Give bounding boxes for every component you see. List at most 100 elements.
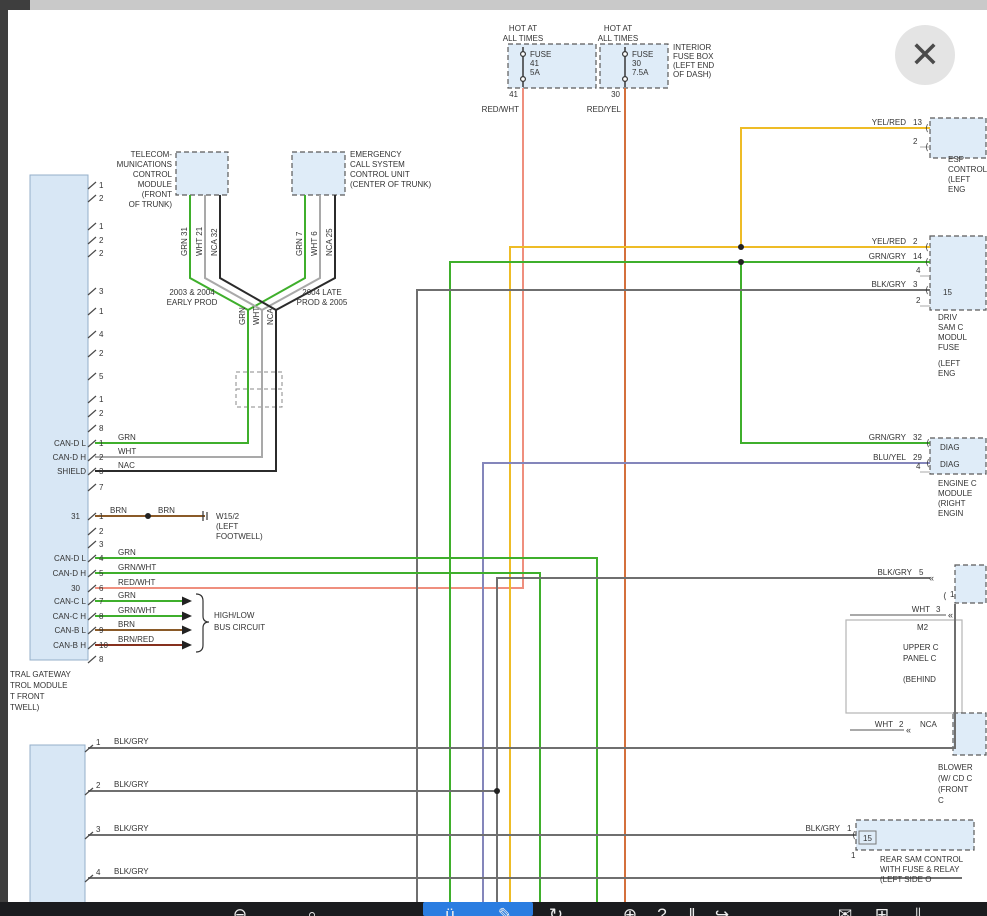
pin-tick bbox=[88, 440, 96, 447]
diagram-label: 7.5A bbox=[632, 68, 649, 77]
diagram-label: WHT bbox=[912, 605, 930, 614]
diagram-label: BLK/GRY bbox=[114, 824, 149, 833]
pin-number: 1 bbox=[96, 738, 101, 747]
diagram-label: « bbox=[929, 573, 934, 583]
diagram-label: 3 bbox=[936, 605, 941, 614]
diagram-label: W15/2 bbox=[216, 512, 240, 521]
diagram-label: DIAG bbox=[940, 460, 960, 469]
pin-tick bbox=[88, 396, 96, 403]
pin-number: 2 bbox=[99, 236, 104, 245]
diagram-label: BLU/YEL bbox=[873, 453, 906, 462]
pin-tick bbox=[88, 425, 96, 432]
diagram-label: 2004 LATE bbox=[302, 288, 341, 297]
fuse-symbol bbox=[521, 77, 526, 82]
diagram-label: MUNICATIONS bbox=[117, 160, 172, 169]
diagram-label: ⟨ bbox=[925, 285, 929, 295]
diagram-label: C bbox=[938, 796, 944, 805]
diagram-label: BRN bbox=[158, 506, 175, 515]
diagram-label: 2003 & 2004 bbox=[169, 288, 215, 297]
search-icon[interactable]: ⌕ bbox=[300, 903, 324, 916]
share-icon[interactable]: ↪ bbox=[710, 903, 734, 916]
pin-tick bbox=[88, 513, 96, 520]
horizontal-scrollbar[interactable] bbox=[0, 0, 987, 10]
diagram-label: (LEFT bbox=[216, 522, 238, 531]
diagram-label: FUSE bbox=[632, 50, 653, 59]
diagram-label: FOOTWELL) bbox=[216, 532, 263, 541]
pin-tick bbox=[88, 195, 96, 202]
diagram-label: REAR SAM CONTROL bbox=[880, 855, 964, 864]
pin-tick bbox=[88, 308, 96, 315]
diagram-label: BLK/GRY bbox=[805, 824, 840, 833]
pin-number: 1 bbox=[99, 307, 104, 316]
diagram-label: ⟨ bbox=[925, 242, 929, 252]
vertical-scrollbar[interactable] bbox=[0, 0, 8, 916]
grid-icon[interactable]: ⊞ bbox=[870, 903, 894, 916]
close-button[interactable]: ✕ bbox=[895, 25, 955, 85]
diagram-label: CAN-B L bbox=[54, 626, 86, 635]
diagram-label: FUSE bbox=[938, 343, 959, 352]
pin-number: 2 bbox=[96, 781, 101, 790]
message-icon[interactable]: ✉ bbox=[833, 903, 857, 916]
diagram-label: 29 bbox=[913, 453, 922, 462]
diagram-label: WHT bbox=[118, 447, 136, 456]
wire-blkgry bbox=[417, 290, 930, 916]
diagram-label: GRN 7 bbox=[295, 231, 304, 256]
diagram-label: 41 bbox=[530, 59, 539, 68]
diagram-label: RED/YEL bbox=[587, 105, 622, 114]
diagram-label: CONTROL bbox=[133, 170, 173, 179]
diagram-label: GRN bbox=[238, 307, 247, 325]
diagram-label: PANEL C bbox=[903, 654, 937, 663]
pin-number: 1 bbox=[99, 439, 104, 448]
diagram-label: CALL SYSTEM bbox=[350, 160, 405, 169]
diagram-label: 41 bbox=[509, 90, 518, 99]
diagram-label: BLOWER bbox=[938, 763, 973, 772]
pin-tick bbox=[88, 410, 96, 417]
diagram-label: WHT bbox=[875, 720, 893, 729]
bus-arrow bbox=[182, 597, 192, 606]
diagram-label: (RIGHT bbox=[938, 499, 966, 508]
diagram-label: MODULE bbox=[138, 180, 172, 189]
pin-tick bbox=[88, 223, 96, 230]
download-icon[interactable]: ⇓ bbox=[906, 903, 930, 916]
text-tool-icon[interactable]: ü bbox=[438, 903, 462, 916]
diagram-label: 31 bbox=[71, 512, 80, 521]
pin-number: 8 bbox=[99, 612, 104, 621]
telecom-module-box bbox=[176, 152, 228, 195]
pin-tick bbox=[88, 288, 96, 295]
pin-number: 5 bbox=[99, 569, 104, 578]
bus-arrow bbox=[182, 641, 192, 650]
diagram-label: 2 bbox=[899, 720, 904, 729]
diagram-label: WHT 21 bbox=[195, 226, 204, 256]
diagram-label: CONTROL UNIT bbox=[350, 170, 410, 179]
diagram-label: HIGH/LOW bbox=[214, 611, 255, 620]
bottom-toolbar: ⊖ ⌕ ü ✎ ↻ ⊕? ‖ ↪ ✉ ⊞ ⇓ bbox=[0, 902, 987, 916]
pin-number: 9 bbox=[99, 626, 104, 635]
diagram-label: OF DASH) bbox=[673, 70, 712, 79]
zoom-out-icon[interactable]: ⊖ bbox=[228, 903, 252, 916]
diagram-viewer: 121223142512812371234567891081234HOT ATA… bbox=[0, 0, 987, 916]
draw-tool-icon[interactable]: ✎ bbox=[493, 903, 517, 916]
pause-icon[interactable]: ‖ bbox=[680, 903, 704, 916]
help-icon[interactable]: ? bbox=[650, 903, 674, 916]
diagram-label: CAN-D L bbox=[54, 439, 87, 448]
diagram-label: EMERGENCY bbox=[350, 150, 402, 159]
zoom-in-icon[interactable]: ⊕ bbox=[618, 903, 642, 916]
diagram-label: 13 bbox=[913, 118, 922, 127]
diagram-label: WHT 6 bbox=[310, 231, 319, 256]
pin-number: 7 bbox=[99, 597, 104, 606]
diagram-label: EARLY PROD bbox=[167, 298, 218, 307]
diagram-label: 14 bbox=[913, 252, 922, 261]
diagram-label: SHIELD bbox=[57, 467, 86, 476]
wire-black bbox=[220, 195, 276, 310]
diagram-label: MODULE bbox=[938, 489, 972, 498]
diagram-label: ENGINE C bbox=[938, 479, 977, 488]
diagram-label: FUSE bbox=[530, 50, 551, 59]
diagram-label: ⟨ bbox=[943, 591, 947, 601]
blower-box bbox=[953, 713, 986, 755]
diagram-label: 1 bbox=[950, 590, 955, 599]
diagram-label: HOT AT bbox=[509, 24, 537, 33]
diagram-label: ALL TIMES bbox=[598, 34, 638, 43]
diagram-label: NCA bbox=[920, 720, 938, 729]
rotate-icon[interactable]: ↻ bbox=[544, 903, 568, 916]
lower-left-module-box bbox=[30, 745, 85, 916]
